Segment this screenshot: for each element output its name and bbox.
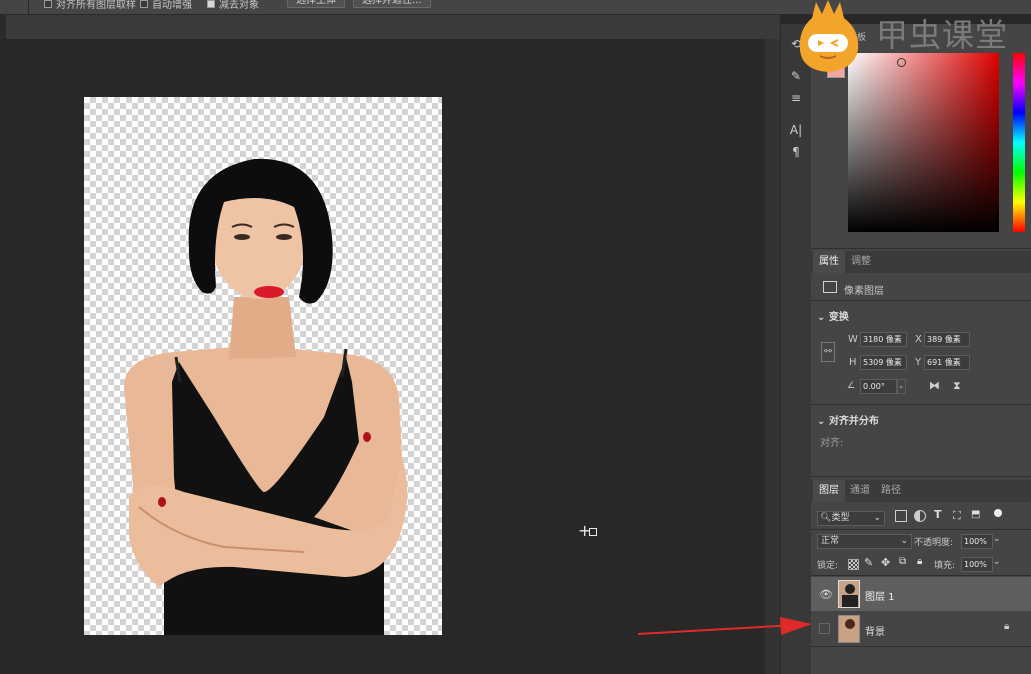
portrait-image: [124, 158, 408, 635]
layer1-name[interactable]: 图层 1: [865, 588, 895, 603]
filter-adjustment-icon[interactable]: [914, 510, 926, 522]
blend-mode-select[interactable]: 正常 ⌄: [817, 534, 912, 549]
tab-adjustments[interactable]: 调整: [845, 251, 877, 273]
lock-image-brush-icon[interactable]: ✎: [864, 556, 873, 569]
character-icon[interactable]: A|: [788, 122, 804, 138]
red-annotation-arrow-icon: [637, 617, 812, 635]
y-position-field[interactable]: 691 像素: [924, 355, 970, 370]
angle-icon: ∠: [847, 381, 856, 391]
opacity-chevron-icon[interactable]: ⌄: [993, 534, 1001, 544]
filter-pixel-icon[interactable]: [895, 510, 907, 522]
lock-all-icon[interactable]: 🔒︎: [917, 556, 922, 567]
lock-position-icon[interactable]: ✥: [881, 556, 890, 569]
width-field[interactable]: 3180 像素: [860, 332, 907, 347]
filter-smart-object-icon[interactable]: ⬒: [971, 509, 980, 520]
visibility-off-box[interactable]: [819, 623, 830, 634]
y-label: Y: [915, 357, 922, 368]
document-tab-row: [0, 15, 780, 39]
sample-all-layers-label: 对齐所有图层取样: [56, 0, 136, 11]
properties-tabbar: 属性 调整: [811, 251, 1031, 273]
layer-type-label: 像素图层: [844, 286, 884, 297]
filter-search-icon: 🔍︎: [820, 513, 832, 523]
sample-all-layers-checkbox[interactable]: 对齐所有图层取样: [44, 0, 136, 11]
angle-field[interactable]: 0.00°: [860, 379, 898, 394]
fill-field[interactable]: 100%: [961, 557, 993, 572]
flip-horizontal-icon[interactable]: ⧓: [929, 379, 940, 392]
right-panel-dock: 板 属性 调整 像素图层 ⌄ 变换 ⚯ W 3180 像素 X 389 像素 H…: [811, 24, 1031, 674]
lock-label: 锁定:: [817, 561, 839, 571]
watermark-logo: 甲虫课堂: [798, 0, 1031, 80]
filter-type-icon[interactable]: T: [934, 508, 942, 521]
layer1-thumbnail[interactable]: [838, 580, 860, 608]
auto-enhance-label: 自动增强: [152, 0, 192, 11]
background-layer-name[interactable]: 背景: [865, 623, 885, 638]
paragraph-icon[interactable]: ¶: [788, 144, 804, 160]
layers-tabbar: 图层 通道 路径: [811, 480, 1031, 502]
lock-artboard-icon[interactable]: ⧉: [899, 556, 906, 567]
layer-row-background[interactable]: 背景 🔒︎: [811, 612, 1031, 646]
tool-preset-dropdown[interactable]: [0, 0, 29, 14]
subtract-object-checkbox[interactable]: 减去对象: [207, 0, 259, 11]
blend-chevron-icon: ⌄: [900, 536, 908, 546]
lock-transparent-icon[interactable]: [848, 559, 859, 570]
image-canvas[interactable]: [84, 97, 442, 635]
fill-chevron-icon[interactable]: ⌄: [993, 557, 1001, 567]
background-thumbnail[interactable]: [838, 615, 860, 643]
x-label: X: [915, 334, 922, 345]
align-section-header[interactable]: ⌄ 对齐并分布: [817, 412, 879, 427]
angle-dropdown-chevron-icon[interactable]: ⌄: [896, 379, 906, 394]
pixel-layer-icon: [823, 281, 837, 293]
opacity-label: 不透明度:: [914, 538, 954, 548]
layer-lock-icon: 🔒︎: [1004, 621, 1010, 632]
select-subject-button[interactable]: 选择主体: [287, 0, 345, 8]
tab-properties[interactable]: 属性: [813, 251, 845, 273]
transform-header-text: 变换: [828, 312, 849, 323]
w-label: W: [848, 334, 858, 345]
collapsed-panel-icons: ⟲ ✎ ≡ A| ¶: [780, 24, 812, 674]
layer-filter-select[interactable]: 🔍︎类型 ⌄: [817, 511, 885, 526]
blend-mode-text: 正常: [821, 536, 840, 546]
adjust-sliders-icon[interactable]: ≡: [788, 90, 804, 106]
tab-row-edge: [0, 15, 6, 39]
h-label: H: [849, 357, 857, 368]
align-header-text: 对齐并分布: [828, 416, 879, 427]
tab-channels[interactable]: 通道: [844, 480, 876, 502]
filter-kind-text: 类型: [831, 513, 850, 523]
filter-shape-icon[interactable]: ⛶: [953, 509, 961, 523]
tab-paths[interactable]: 路径: [875, 480, 907, 502]
link-proportions-icon[interactable]: ⚯: [821, 342, 835, 362]
add-to-selection-cursor-icon: +: [578, 523, 598, 539]
filter-chevron-icon: ⌄: [873, 513, 881, 523]
vertical-scrollbar[interactable]: [765, 39, 780, 674]
align-label: 对齐:: [820, 438, 844, 449]
subtract-object-label: 减去对象: [219, 0, 259, 11]
flip-vertical-icon[interactable]: ⧗: [953, 379, 961, 393]
height-field[interactable]: 5309 像素: [860, 355, 907, 370]
x-position-field[interactable]: 389 像素: [924, 332, 970, 347]
transform-section-header[interactable]: ⌄ 变换: [817, 308, 849, 323]
fill-label: 填充:: [934, 561, 956, 571]
tab-layers[interactable]: 图层: [813, 480, 845, 502]
logo-text: 甲虫课堂: [876, 16, 1009, 54]
opacity-field[interactable]: 100%: [961, 534, 993, 549]
filter-toggle-icon[interactable]: [994, 509, 1002, 517]
select-and-mask-button[interactable]: 选择并遮住...: [353, 0, 431, 8]
layer-row-layer1[interactable]: 👁︎ 图层 1: [811, 577, 1031, 611]
auto-enhance-checkbox[interactable]: 自动增强: [140, 0, 192, 11]
visibility-eye-icon[interactable]: 👁︎: [819, 588, 833, 601]
